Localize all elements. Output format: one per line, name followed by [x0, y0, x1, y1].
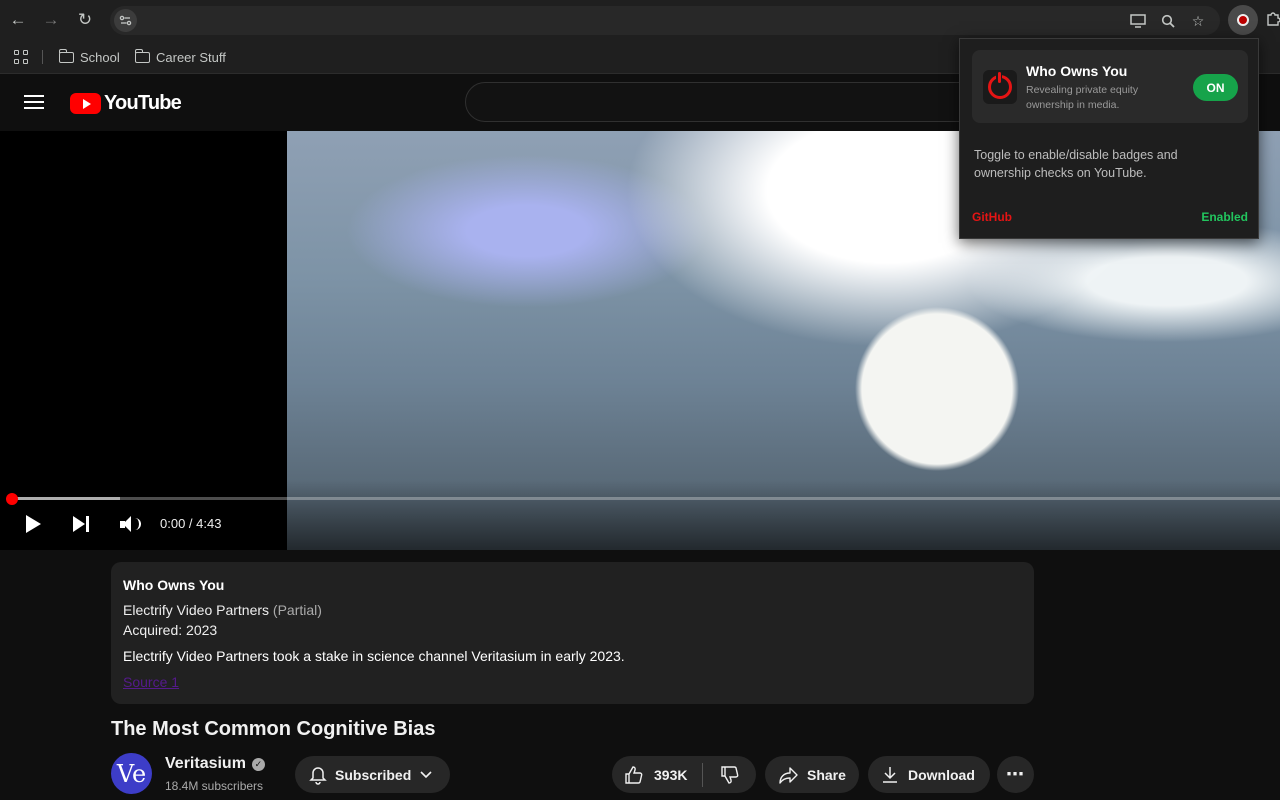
play-icon — [25, 515, 41, 533]
folder-icon — [134, 48, 150, 63]
controls-gradient — [287, 480, 1280, 550]
apps-grid-icon[interactable] — [12, 48, 30, 66]
channel-name: Veritasium — [165, 755, 246, 772]
youtube-play-logo-icon — [70, 93, 101, 114]
enable-toggle[interactable]: ON — [1193, 74, 1238, 101]
acquired-date: Acquired: 2023 — [123, 622, 218, 638]
progress-bar[interactable] — [12, 497, 1280, 500]
bookmark-career-stuff[interactable]: Career Stuff — [134, 47, 226, 67]
video-title: The Most Common Cognitive Bias — [111, 718, 436, 740]
popup-title: Who Owns You — [1026, 63, 1128, 79]
source-link[interactable]: Source 1 — [123, 672, 179, 692]
bell-icon — [309, 765, 327, 785]
menu-hamburger-icon[interactable] — [24, 95, 44, 109]
download-button[interactable]: Download — [868, 756, 990, 793]
bookmarks-separator — [42, 50, 43, 64]
stake-type: (Partial) — [272, 602, 322, 618]
cast-screen-icon[interactable] — [1128, 11, 1148, 31]
volume-icon — [120, 515, 142, 533]
extensions-puzzle-icon[interactable] — [1266, 10, 1280, 30]
subscribed-label: Subscribed — [335, 766, 412, 783]
subscriber-count: 18.4M subscribers — [165, 779, 264, 793]
channel-name-link[interactable]: Veritasium ✓ — [165, 755, 265, 773]
folder-icon — [58, 48, 74, 63]
chevron-down-icon — [419, 770, 433, 780]
scrubber-handle[interactable] — [6, 493, 18, 505]
download-label: Download — [908, 766, 975, 783]
zoom-icon[interactable] — [1158, 11, 1178, 31]
search-input[interactable] — [465, 82, 1025, 122]
verified-check-icon: ✓ — [251, 757, 265, 771]
reload-icon[interactable]: ↻ — [73, 8, 97, 32]
status-label: Enabled — [1201, 210, 1248, 224]
owner-line: Electrify Video Partners (Partial) — [123, 600, 1022, 620]
like-button[interactable]: 393K — [612, 765, 702, 785]
subscribed-button[interactable]: Subscribed — [295, 756, 450, 793]
like-dislike-group: 393K — [612, 756, 756, 793]
next-button[interactable] — [66, 512, 96, 536]
download-icon — [882, 766, 898, 784]
next-icon — [73, 516, 89, 532]
popup-description: Toggle to enable/disable badges and owne… — [974, 148, 1178, 180]
github-link[interactable]: GitHub — [972, 210, 1012, 224]
power-icon — [983, 70, 1017, 104]
more-horizontal-icon: ⋯ — [1006, 764, 1025, 784]
more-actions-button[interactable]: ⋯ — [997, 756, 1034, 793]
like-count: 393K — [654, 766, 688, 783]
share-button[interactable]: Share — [765, 756, 859, 793]
youtube-logo-text: YouTube — [104, 92, 182, 114]
volume-button[interactable] — [116, 512, 146, 536]
dislike-button[interactable] — [703, 765, 756, 785]
channel-avatar[interactable]: Ve — [111, 753, 152, 794]
popup-header: Who Owns You Revealing private equity ow… — [972, 50, 1248, 123]
ownership-info-card: Who Owns You Electrify Video Partners (P… — [111, 562, 1034, 704]
share-arrow-icon — [779, 766, 799, 784]
youtube-logo[interactable]: YouTube — [70, 92, 182, 115]
thumbs-up-icon — [624, 765, 644, 785]
browser-toolbar: ← → ↻ ☆ — [0, 0, 1280, 40]
card-title: Who Owns You — [123, 577, 225, 593]
forward-arrow-icon[interactable]: → — [39, 8, 63, 32]
buffered-bar — [12, 497, 120, 500]
thumbs-down-icon — [720, 765, 740, 785]
play-button[interactable] — [18, 512, 48, 536]
who-owns-you-extension-icon[interactable] — [1228, 5, 1258, 35]
back-arrow-icon[interactable]: ← — [6, 8, 30, 32]
share-label: Share — [807, 766, 846, 783]
popup-subtitle: Revealing private equity ownership in me… — [1026, 84, 1139, 111]
site-info-icon[interactable] — [114, 9, 137, 32]
bookmark-star-icon[interactable]: ☆ — [1188, 11, 1208, 31]
address-bar[interactable]: ☆ — [110, 6, 1220, 35]
extension-popup: Who Owns You Revealing private equity ow… — [959, 38, 1259, 239]
bookmark-school[interactable]: School — [58, 47, 120, 67]
bookmark-label: Career Stuff — [156, 49, 226, 65]
owner-name: Electrify Video Partners — [123, 602, 270, 618]
time-display: 0:00 / 4:43 — [160, 516, 222, 531]
bookmark-label: School — [80, 49, 120, 65]
ownership-description: Electrify Video Partners took a stake in… — [123, 648, 625, 664]
